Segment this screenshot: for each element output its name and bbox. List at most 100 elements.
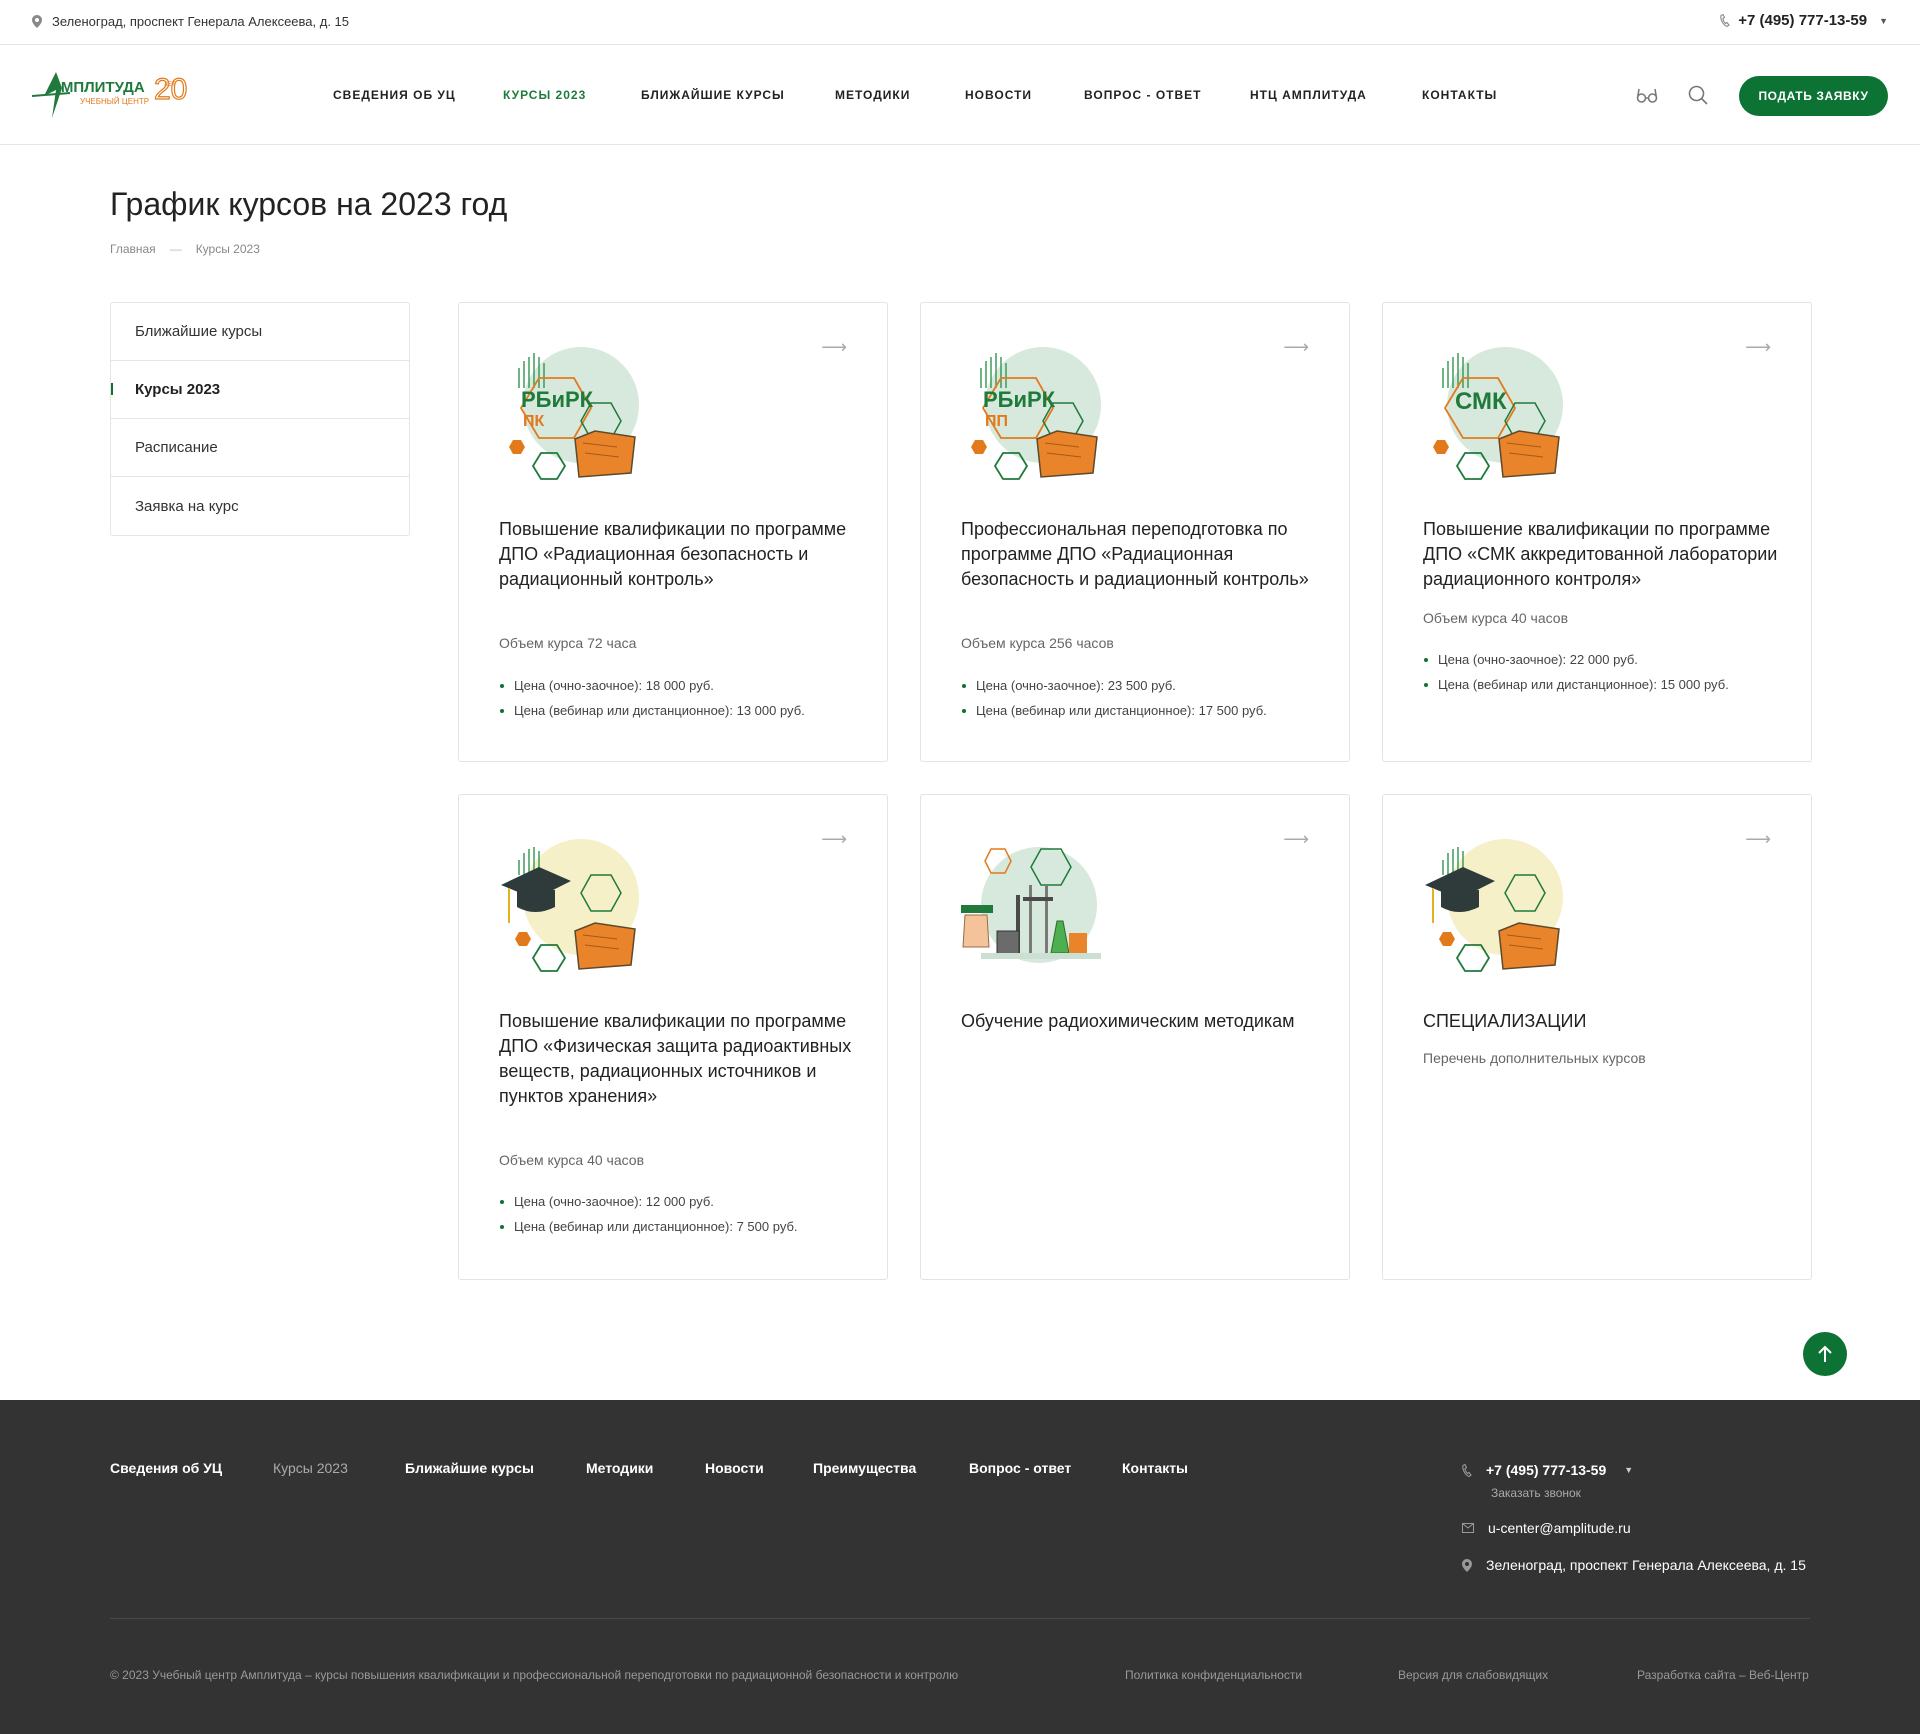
top-phone[interactable]: +7 (495) 777-13-59 ▼ [1720,12,1888,29]
nav-faq[interactable]: ВОПРОС - ОТВЕТ [1084,88,1202,102]
price-fulltime: Цена (очно-заочное): 18 000 руб. [500,673,805,698]
top-address-text: Зеленоград, проспект Генерала Алексеева,… [52,14,350,29]
nav-contacts[interactable]: КОНТАКТЫ [1422,88,1497,102]
footer-phone-text[interactable]: +7 (495) 777-13-59 [1486,1462,1606,1478]
top-address: Зеленоград, проспект Генерала Алексеева,… [32,14,349,29]
card-duration: Объем курса 40 часов [1423,610,1569,626]
card-title[interactable]: СПЕЦИАЛИЗАЦИИ [1423,1009,1783,1034]
footer-address-text: Зеленоград, проспект Генерала Алексеева,… [1486,1557,1806,1573]
header: АМПЛИТУДА УЧЕБНЫЙ ЦЕНТР 20 ЛЕТ СВЕДЕНИЯ … [0,46,1920,145]
card-title[interactable]: Профессиональная переподготовка по прогр… [961,517,1321,592]
footer-nav-advantages[interactable]: Преимущества [813,1460,916,1476]
logo-badge-sub: ЛЕТ [164,82,176,88]
footer-nav-courses-2023[interactable]: Курсы 2023 [273,1460,348,1476]
sidebar-menu: Ближайшие курсы Курсы 2023 Расписание За… [110,302,410,536]
accessibility-glasses-icon[interactable] [1635,83,1659,107]
footer-nav-news[interactable]: Новости [705,1460,764,1476]
breadcrumb-separator: — [169,242,182,256]
sidebar-item-schedule[interactable]: Расписание [111,419,409,477]
course-illustration-icon: РБиРК ПП [971,347,1101,480]
search-icon[interactable] [1686,83,1710,107]
footer-nav-contacts[interactable]: Контакты [1122,1460,1188,1476]
arrow-right-icon[interactable]: ⟶ [1283,337,1309,358]
footer: Сведения об УЦ Курсы 2023 Ближайшие курс… [0,1400,1920,1734]
arrow-right-icon[interactable]: ⟶ [1745,337,1771,358]
sidebar-item-upcoming[interactable]: Ближайшие курсы [111,303,409,361]
card-title[interactable]: Повышение квалификации по программе ДПО … [499,517,859,592]
footer-address: Зеленоград, проспект Генерала Алексеева,… [1462,1557,1806,1573]
arrow-right-icon[interactable]: ⟶ [1283,829,1309,850]
top-phone-text[interactable]: +7 (495) 777-13-59 [1738,12,1867,29]
course-card[interactable]: ⟶ Повышение квалификации по программе ДП… [458,794,888,1280]
location-pin-icon [1462,1558,1472,1572]
price-fulltime: Цена (очно-заочное): 23 500 руб. [962,673,1267,698]
developer-link[interactable]: Разработка сайта – Веб-Центр [1637,1668,1809,1682]
card-price-list: Цена (очно-заочное): 23 500 руб. Цена (в… [962,673,1267,723]
price-fulltime: Цена (очно-заочное): 12 000 руб. [500,1189,798,1214]
nav-methods[interactable]: МЕТОДИКИ [835,88,910,102]
breadcrumb-current: Курсы 2023 [195,242,260,256]
scroll-to-top-button[interactable] [1803,1332,1847,1376]
price-online: Цена (вебинар или дистанционное): 15 000… [1424,672,1729,697]
course-card[interactable]: ⟶ СМК Повышение квалификации по программ… [1382,302,1812,762]
nav-ntc[interactable]: НТЦ АМПЛИТУДА [1250,88,1367,102]
lab-illustration-icon [961,847,1101,963]
card-price-list: Цена (очно-заочное): 22 000 руб. Цена (в… [1424,647,1729,697]
graduation-illustration-icon [1425,839,1563,972]
card-duration: Объем курса 40 часов [499,1152,645,1168]
nav-about[interactable]: СВЕДЕНИЯ ОБ УЦ [333,88,456,102]
card-badge: РБиРК [983,387,1056,412]
arrow-right-icon[interactable]: ⟶ [821,337,847,358]
nav-news[interactable]: НОВОСТИ [965,88,1032,102]
logo-badge: 20 [154,73,187,106]
arrow-right-icon[interactable]: ⟶ [1745,829,1771,850]
footer-divider [110,1618,1810,1619]
arrow-up-icon [1818,1345,1832,1362]
footer-phone[interactable]: +7 (495) 777-13-59 ▼ [1462,1462,1633,1478]
card-badge: РБиРК [521,387,594,412]
footer-nav-methods[interactable]: Методики [586,1460,653,1476]
sidebar-item-application[interactable]: Заявка на курс [111,477,409,535]
footer-nav-upcoming[interactable]: Ближайшие курсы [405,1460,534,1476]
privacy-policy-link[interactable]: Политика конфиденциальности [1125,1668,1302,1682]
logo-mark-icon: АМПЛИТУДА УЧЕБНЫЙ ЦЕНТР 20 ЛЕТ [31,72,188,118]
card-duration: Объем курса 256 часов [961,635,1114,651]
footer-nav-faq[interactable]: Вопрос - ответ [969,1460,1071,1476]
card-duration: Объем курса 72 часа [499,635,637,651]
phone-icon [1462,1463,1472,1477]
mail-icon [1462,1523,1474,1533]
course-card[interactable]: ⟶ РБиРК ПК Повышение квалификации по про… [458,302,888,762]
accessible-version-link[interactable]: Версия для слабовидящих [1398,1668,1548,1682]
nav-courses-2023[interactable]: КУРСЫ 2023 [503,88,586,102]
footer-email[interactable]: u-center@amplitude.ru [1462,1520,1631,1536]
nav-upcoming-courses[interactable]: БЛИЖАЙШИЕ КУРСЫ [641,88,785,102]
breadcrumb-home[interactable]: Главная [110,242,156,256]
phone-icon [1720,14,1731,27]
card-price-list: Цена (очно-заочное): 18 000 руб. Цена (в… [500,673,805,723]
chevron-down-icon[interactable]: ▼ [1624,1465,1633,1475]
card-price-list: Цена (очно-заочное): 12 000 руб. Цена (в… [500,1189,798,1239]
logo[interactable]: АМПЛИТУДА УЧЕБНЫЙ ЦЕНТР 20 ЛЕТ [30,66,200,124]
course-card[interactable]: ⟶ РБиРК ПП Профессиональная переподготов… [920,302,1350,762]
course-card[interactable]: ⟶ Обучение радиохимическим методикам [920,794,1350,1280]
course-card[interactable]: ⟶ СПЕЦИАЛИЗАЦИИ Перечень дополнительных … [1382,794,1812,1280]
location-pin-icon [32,15,42,28]
card-description: Перечень дополнительных курсов [1423,1050,1646,1066]
card-badge-sub: ПК [523,413,545,430]
card-title[interactable]: Обучение радиохимическим методикам [961,1009,1321,1034]
footer-email-text[interactable]: u-center@amplitude.ru [1488,1520,1631,1536]
course-illustration-icon: СМК [1433,347,1563,480]
apply-button[interactable]: ПОДАТЬ ЗАЯВКУ [1739,76,1888,116]
card-title[interactable]: Повышение квалификации по программе ДПО … [1423,517,1783,592]
arrow-right-icon[interactable]: ⟶ [821,829,847,850]
price-online: Цена (вебинар или дистанционное): 13 000… [500,698,805,723]
card-title[interactable]: Повышение квалификации по программе ДПО … [499,1009,859,1109]
card-badge-sub: ПП [985,413,1008,430]
price-online: Цена (вебинар или дистанционное): 17 500… [962,698,1267,723]
logo-sub: УЧЕБНЫЙ ЦЕНТР [80,97,149,106]
copyright: © 2023 Учебный центр Амплитуда – курсы п… [110,1668,959,1682]
chevron-down-icon[interactable]: ▼ [1879,16,1888,26]
callback-link[interactable]: Заказать звонок [1491,1486,1581,1500]
footer-nav-about[interactable]: Сведения об УЦ [110,1460,222,1476]
sidebar-item-courses-2023[interactable]: Курсы 2023 [111,361,409,419]
